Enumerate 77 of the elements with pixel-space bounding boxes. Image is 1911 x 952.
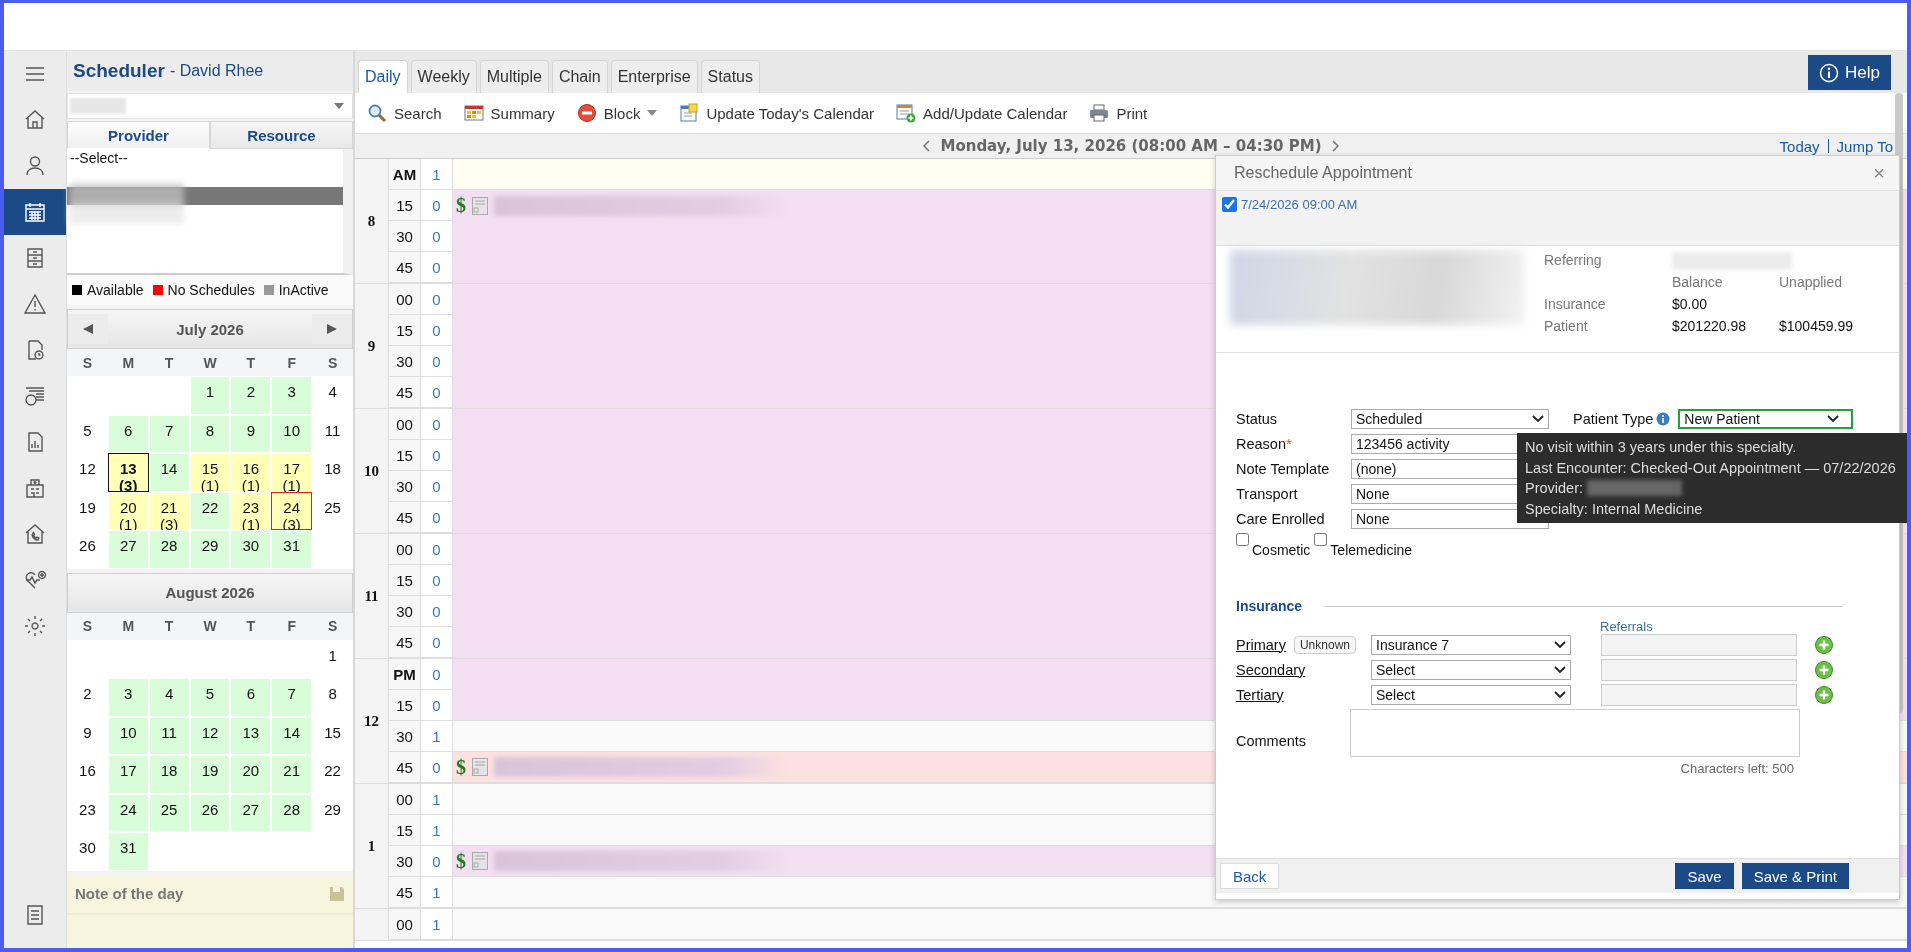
- field-label: Reason*: [1236, 435, 1293, 452]
- time-label: 30: [389, 221, 421, 252]
- billing-mark: $: [456, 194, 466, 217]
- weekday-label: T: [163, 618, 175, 634]
- legend-label: InActive: [278, 282, 329, 298]
- time-label: 45: [389, 752, 421, 783]
- time-label: 00: [389, 909, 421, 940]
- field-label: Status: [1236, 410, 1279, 427]
- hour-label: 11: [355, 534, 389, 658]
- dialog-title: Reschedule Appointment: [1234, 164, 1412, 182]
- column-header: Balance: [1672, 274, 1724, 292]
- billing-mark: $: [456, 849, 466, 873]
- time-label: 00: [389, 784, 421, 815]
- note-title: Note of the day: [75, 885, 184, 902]
- hour-label: 1: [355, 784, 389, 908]
- time-label: 15: [389, 690, 421, 721]
- time-label: 30: [389, 846, 421, 877]
- weekday-label: W: [202, 618, 218, 634]
- time-label: 45: [389, 252, 421, 283]
- time-label: 45: [389, 502, 421, 533]
- field-label: Referring: [1544, 252, 1603, 270]
- time-label: PM: [389, 659, 421, 690]
- row-label: Insurance: [1544, 296, 1607, 314]
- row-label: Patient: [1544, 318, 1589, 336]
- time-label: 15: [389, 565, 421, 596]
- status-badge: Unknown: [1293, 635, 1356, 654]
- time-label: 45: [389, 877, 421, 908]
- weekday-label: S: [326, 618, 339, 634]
- month-title: July 2026: [175, 320, 245, 338]
- field-label: Comments: [1236, 733, 1308, 751]
- date-heading: Monday, July 13, 2026 (08:00 AM – 04:30 PM): [940, 137, 1322, 155]
- weekday-label: S: [81, 354, 94, 371]
- weekday-label: S: [326, 354, 339, 371]
- time-label: 15: [389, 315, 421, 346]
- weekday-label: T: [245, 618, 257, 634]
- field-label: Patient Type: [1573, 410, 1654, 427]
- app-title: Scheduler: [73, 60, 165, 82]
- time-label: 30: [389, 721, 421, 752]
- weekday-label: W: [202, 354, 218, 371]
- column-header: Referrals: [1600, 619, 1653, 634]
- time-label: 15: [389, 190, 421, 221]
- field-label: Note Template: [1236, 460, 1331, 477]
- time-label: 00: [389, 284, 421, 315]
- legend-label: Available: [87, 282, 144, 298]
- time-label: AM: [389, 159, 421, 190]
- time-label: 45: [389, 377, 421, 408]
- time-label: 30: [389, 596, 421, 627]
- unapplied-value: $100459.99: [1779, 318, 1853, 334]
- weekday-label: F: [286, 354, 297, 371]
- time-label: 45: [389, 627, 421, 658]
- weekday-label: M: [121, 354, 136, 371]
- time-label: 15: [389, 815, 421, 846]
- hour-label: 12: [355, 659, 389, 783]
- field-label: Care Enrolled: [1236, 510, 1326, 527]
- month-title: August 2026: [164, 584, 256, 601]
- weekday-label: F: [286, 618, 297, 634]
- time-label: 15: [389, 440, 421, 471]
- user-name: - David Rhee: [169, 62, 264, 80]
- hour-label: 10: [355, 409, 389, 533]
- column-header: Unapplied: [1779, 274, 1844, 292]
- weekday-label: S: [81, 618, 94, 634]
- weekday-label: T: [163, 354, 175, 371]
- legend-label: No Schedules: [167, 282, 255, 298]
- character-count: Characters left: 500: [1680, 761, 1794, 776]
- hour-label: 9: [355, 284, 389, 408]
- time-label: 30: [389, 471, 421, 502]
- time-label: 00: [389, 534, 421, 565]
- field-label: Transport: [1236, 485, 1299, 502]
- billing-mark: $: [456, 755, 466, 779]
- balance-value: $201220.98: [1672, 318, 1747, 336]
- weekday-label: M: [121, 618, 136, 634]
- section-title: Insurance: [1236, 598, 1303, 614]
- hour-label: 8: [355, 159, 389, 283]
- time-label: 30: [389, 346, 421, 377]
- weekday-label: T: [245, 354, 257, 371]
- balance-value: $0.00: [1672, 296, 1709, 314]
- time-label: 00: [389, 409, 421, 440]
